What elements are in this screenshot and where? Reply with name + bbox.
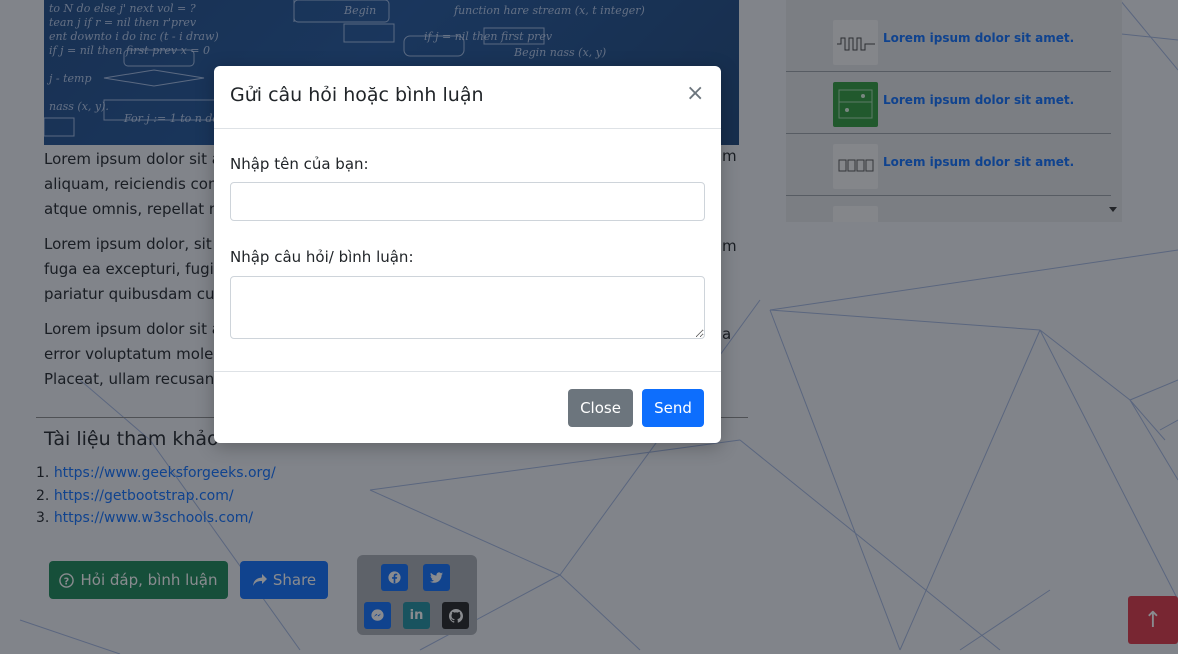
comment-field-label: Nhập câu hỏi/ bình luận: (230, 248, 414, 266)
modal-header: Gửi câu hỏi hoặc bình luận × (214, 66, 721, 129)
close-button[interactable]: Close (568, 389, 633, 427)
comment-textarea[interactable] (230, 276, 705, 339)
close-icon[interactable]: × (686, 83, 704, 105)
send-button[interactable]: Send (642, 389, 704, 427)
modal-footer: Close Send (214, 371, 721, 443)
comment-modal: Gửi câu hỏi hoặc bình luận × Nhập tên củ… (214, 66, 721, 443)
name-input[interactable] (230, 182, 705, 221)
name-field-label: Nhập tên của bạn: (230, 155, 369, 173)
modal-title: Gửi câu hỏi hoặc bình luận (230, 84, 484, 106)
